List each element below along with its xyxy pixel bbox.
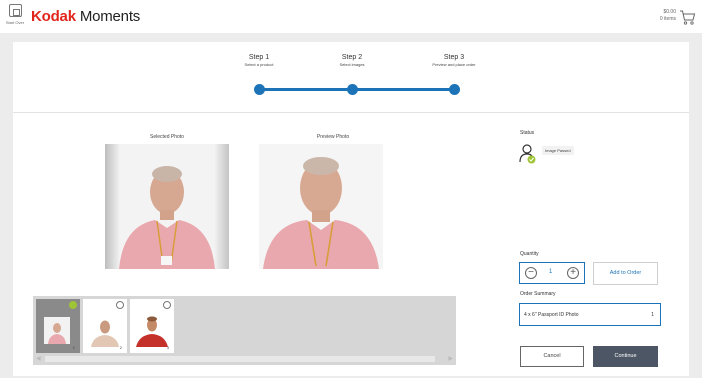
quantity-stepper: − 1 + xyxy=(519,262,585,284)
step-1: Step 1 Select a product xyxy=(214,54,304,67)
brand-logo: Kodak Moments xyxy=(31,8,140,25)
selected-check-icon[interactable] xyxy=(69,301,77,309)
step-2: Step 2 Select images xyxy=(307,54,397,67)
preview-photo xyxy=(259,144,383,269)
scroll-right-icon[interactable]: ▶ xyxy=(448,355,453,362)
quantity-value[interactable]: 1 xyxy=(549,269,552,275)
thumbnail-scrollbar[interactable]: ◀ ▶ xyxy=(33,355,456,363)
step-3: Step 3 Preview and place order xyxy=(409,54,499,67)
step-title: Step 1 xyxy=(248,54,270,61)
select-circle-icon[interactable] xyxy=(116,301,124,309)
thumbnail-strip: 1 2 3 ◀ ▶ xyxy=(33,296,456,365)
cart-items: 0 items xyxy=(659,16,676,22)
thumbnail-3[interactable]: 3 xyxy=(130,299,174,353)
step-title: Step 2 xyxy=(341,54,363,61)
step-1-dot xyxy=(254,84,265,95)
increment-button[interactable]: + xyxy=(567,267,579,279)
thumbnail-index: 3 xyxy=(166,345,169,350)
step-subtitle: Select a product xyxy=(244,62,274,67)
step-title: Step 3 xyxy=(443,54,465,61)
cancel-button[interactable]: Cancel xyxy=(520,346,584,367)
thumbnail-index: 2 xyxy=(119,345,122,350)
start-over-label: Start Over xyxy=(5,20,25,25)
brand-kodak: Kodak xyxy=(31,8,76,25)
order-summary-row[interactable]: 4 x 6" Passport ID Photo 1 xyxy=(519,303,661,326)
status-badge: Image Passed xyxy=(542,146,574,155)
brand-moments: Moments xyxy=(79,8,141,25)
cart-summary[interactable]: $0.00 0 items xyxy=(660,9,676,23)
step-subtitle: Preview and place order xyxy=(432,62,476,67)
order-item-name: 4 x 6" Passport ID Photo xyxy=(524,312,579,318)
selected-photo xyxy=(105,144,229,269)
home-icon xyxy=(8,4,22,17)
order-summary-label: Order Summary xyxy=(520,291,556,297)
select-circle-icon[interactable] xyxy=(163,301,171,309)
scroll-left-icon[interactable]: ◀ xyxy=(36,355,41,362)
thumbnail-1[interactable]: 1 xyxy=(36,299,80,353)
quantity-label: Quantity xyxy=(520,251,539,257)
section-divider xyxy=(13,112,689,113)
step-3-dot xyxy=(449,84,460,95)
add-to-order-button[interactable]: Add to Order xyxy=(593,262,658,285)
app-header: Start Over Kodak Moments $0.00 0 items xyxy=(0,0,702,33)
main-panel: Step 1 Select a product Step 2 Select im… xyxy=(13,42,689,376)
step-subtitle: Select images xyxy=(339,62,365,67)
order-item-qty: 1 xyxy=(651,312,654,318)
thumbnail-index: 1 xyxy=(72,345,75,350)
cart-total: $0.00 xyxy=(663,9,676,15)
start-over-button[interactable]: Start Over xyxy=(5,4,25,30)
thumbnail-2[interactable]: 2 xyxy=(83,299,127,353)
step-progress: Step 1 Select a product Step 2 Select im… xyxy=(13,42,689,110)
step-2-dot xyxy=(347,84,358,95)
status-title: Status xyxy=(520,130,535,136)
continue-button[interactable]: Continue xyxy=(593,346,658,367)
decrement-button[interactable]: − xyxy=(525,267,537,279)
preview-photo-label: Preview Photo xyxy=(316,134,350,140)
selected-photo-label: Selected Photo xyxy=(150,134,184,140)
cart-icon[interactable] xyxy=(679,9,696,26)
user-check-icon xyxy=(519,144,536,164)
scroll-track[interactable] xyxy=(45,356,435,362)
